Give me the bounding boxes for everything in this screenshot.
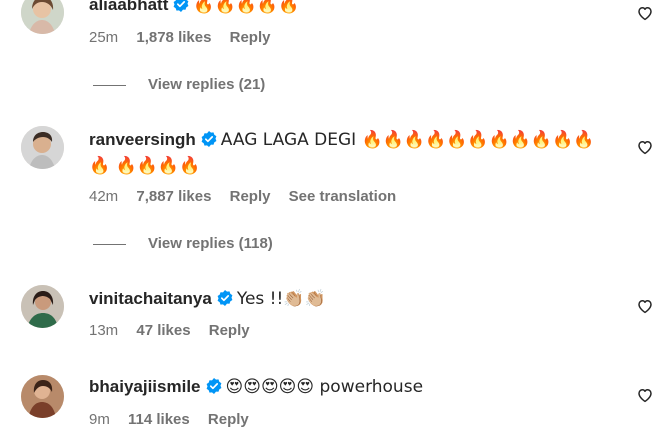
verified-badge-icon bbox=[173, 0, 189, 12]
likes-count[interactable]: 1,878 likes bbox=[136, 29, 211, 46]
heart-outline-icon[interactable] bbox=[636, 4, 654, 22]
comment-body: 🔥🔥🔥🔥🔥 bbox=[193, 0, 300, 15]
heart-outline-icon[interactable] bbox=[636, 297, 654, 315]
timestamp: 13m bbox=[89, 322, 119, 339]
comment-meta: 25m 1,878 likes Reply bbox=[89, 29, 284, 46]
avatar[interactable] bbox=[21, 0, 64, 34]
comment-body: 😍😍😍😍😍 powerhouse bbox=[225, 377, 424, 397]
comment-meta: 42m 7,887 likes Reply See translation bbox=[89, 188, 410, 205]
view-replies-label: View replies (118) bbox=[148, 235, 273, 252]
reply-button[interactable]: Reply bbox=[230, 188, 271, 205]
verified-badge-icon bbox=[206, 378, 222, 394]
username[interactable]: vinitachaitanya bbox=[89, 289, 212, 308]
username[interactable]: aliaabhatt bbox=[89, 0, 168, 14]
verified-badge-icon bbox=[217, 290, 233, 306]
divider-line bbox=[93, 243, 126, 245]
reply-button[interactable]: Reply bbox=[230, 29, 271, 46]
see-translation-button[interactable]: See translation bbox=[289, 188, 397, 205]
timestamp: 42m bbox=[89, 188, 119, 205]
avatar[interactable] bbox=[21, 375, 64, 418]
verified-badge-icon bbox=[201, 131, 217, 147]
divider-line bbox=[93, 84, 126, 86]
view-replies-label: View replies (21) bbox=[148, 76, 266, 93]
username[interactable]: bhaiyajiismile bbox=[89, 377, 201, 396]
view-replies-button[interactable]: View replies (21) bbox=[93, 76, 265, 93]
timestamp: 25m bbox=[89, 29, 119, 46]
likes-count[interactable]: 114 likes bbox=[128, 411, 190, 428]
comment-text-row: ranveersingh AAG LAGA DEGI 🔥🔥🔥🔥🔥🔥🔥🔥🔥🔥🔥🔥 🔥… bbox=[89, 127, 610, 179]
comment-meta: 13m 47 likes Reply bbox=[89, 322, 264, 339]
reply-button[interactable]: Reply bbox=[208, 411, 249, 428]
comment-text-row: vinitachaitanya Yes !!👏🏼👏🏼 bbox=[89, 286, 610, 312]
comment-text-row: bhaiyajiismile 😍😍😍😍😍 powerhouse bbox=[89, 374, 610, 400]
username[interactable]: ranveersingh bbox=[89, 130, 196, 149]
avatar[interactable] bbox=[21, 285, 64, 328]
heart-outline-icon[interactable] bbox=[636, 138, 654, 156]
comment-meta: 9m 114 likes Reply bbox=[89, 411, 263, 428]
comment-body: Yes !!👏🏼👏🏼 bbox=[236, 289, 326, 309]
comment-text-row: aliaabhatt 🔥🔥🔥🔥🔥 bbox=[89, 0, 610, 18]
avatar[interactable] bbox=[21, 126, 64, 169]
likes-count[interactable]: 47 likes bbox=[136, 322, 190, 339]
heart-outline-icon[interactable] bbox=[636, 386, 654, 404]
reply-button[interactable]: Reply bbox=[209, 322, 250, 339]
likes-count[interactable]: 7,887 likes bbox=[136, 188, 211, 205]
view-replies-button[interactable]: View replies (118) bbox=[93, 235, 273, 252]
timestamp: 9m bbox=[89, 411, 110, 428]
